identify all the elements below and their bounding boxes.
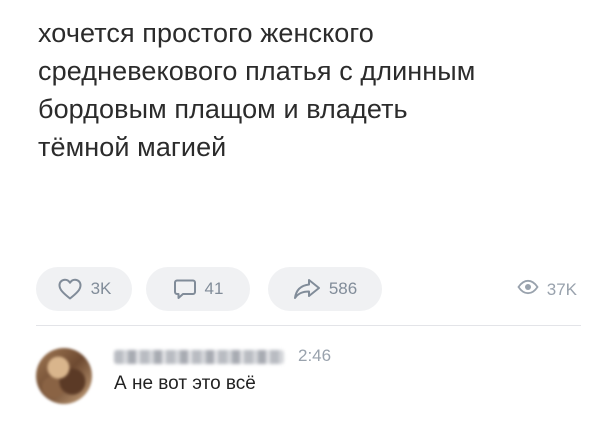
views-counter: 37K: [517, 279, 577, 300]
avatar[interactable]: [36, 348, 92, 404]
heart-icon: [57, 277, 83, 301]
post-text-line: бордовым плащом и владеть: [38, 94, 408, 124]
like-count: 3K: [90, 279, 112, 298]
comment-bubble-icon: [173, 277, 197, 301]
like-button[interactable]: 3K: [36, 267, 132, 311]
post-text: хочется простого женского средневекового…: [38, 14, 578, 166]
post-text-line: хочется простого женского: [38, 18, 374, 48]
share-arrow-icon: [293, 277, 321, 301]
comment-count: 41: [204, 279, 224, 298]
comment-button[interactable]: 41: [146, 267, 250, 311]
divider: [36, 325, 581, 326]
comment-text: А не вот это всё: [114, 373, 256, 394]
comment-item: 2:46 А не вот это всё: [36, 343, 581, 413]
views-count: 37K: [546, 279, 577, 299]
post-text-line: средневекового платья с длинным: [38, 56, 476, 86]
share-count: 586: [328, 279, 358, 298]
post-actions-bar: 3K 41 586 37K: [36, 267, 581, 313]
eye-icon: [517, 279, 539, 300]
comment-time: 2:46: [298, 346, 332, 365]
comment-author-name-blurred[interactable]: [114, 350, 284, 364]
share-button[interactable]: 586: [268, 267, 382, 311]
wall-post: хочется простого женского средневекового…: [0, 0, 600, 437]
post-text-line: тёмной магией: [38, 132, 227, 162]
